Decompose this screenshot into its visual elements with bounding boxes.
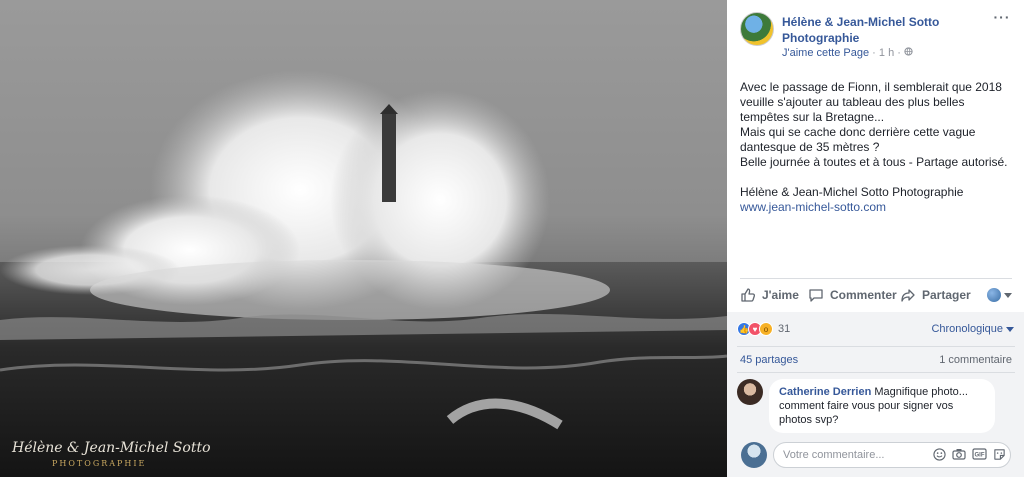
thumbs-up-icon: [741, 288, 756, 302]
website-link[interactable]: www.jean-michel-sotto.com: [740, 200, 1015, 215]
wow-reaction-icon: o: [759, 322, 773, 336]
post-header: Hélène & Jean-Michel Sotto Photographie …: [740, 10, 1012, 59]
post-text-spacer: [740, 170, 1015, 185]
sticker-icon[interactable]: [991, 447, 1007, 461]
chevron-down-icon: [1006, 326, 1014, 332]
globe-icon: [904, 47, 913, 56]
post-signature: Hélène & Jean-Michel Sotto Photographie: [740, 185, 964, 199]
comment-item: Catherine Derrien Magnifique photo... co…: [737, 379, 1017, 435]
composer-tools: GIF: [931, 447, 1007, 461]
post-actions: J'aime Commenter Partager: [740, 284, 1012, 306]
comment-bubble: Catherine Derrien Magnifique photo... co…: [769, 379, 995, 433]
meta-separator: ·: [897, 47, 901, 59]
page-name-link[interactable]: Hélène & Jean-Michel Sotto Photographie: [782, 14, 987, 46]
watermark-main: Hélène & Jean-Michel Sotto: [12, 440, 211, 456]
sort-label: Chronologique: [931, 323, 1003, 335]
comment-sort-dropdown[interactable]: Chronologique: [931, 323, 1014, 335]
comments-count[interactable]: 1 commentaire: [939, 354, 1012, 366]
divider: [737, 372, 1015, 373]
comment-composer: Votre commentaire... GIF: [737, 442, 1015, 468]
post-text-line: tempêtes sur la Bretagne...: [740, 110, 885, 124]
audience-globe-icon: [987, 288, 1001, 302]
post-text-line: Avec le passage de Fionn, il semblerait …: [740, 80, 1002, 94]
share-arrow-icon: [901, 289, 915, 302]
emoji-icon[interactable]: [931, 447, 947, 461]
post-time[interactable]: 1 h: [879, 47, 894, 59]
post-text-line: veuille s'ajouter au tableau des plus be…: [740, 95, 965, 109]
comment-label: Commenter: [830, 288, 897, 302]
camera-icon[interactable]: [951, 447, 967, 461]
post-text-line: dantesque de 35 mètres ?: [740, 140, 880, 154]
svg-text:GIF: GIF: [974, 453, 984, 459]
commenter-avatar[interactable]: [737, 379, 763, 405]
more-options-button[interactable]: ···: [992, 10, 1012, 28]
share-button[interactable]: Partager: [900, 284, 971, 306]
post-text-line: Mais qui se cache donc derrière cette va…: [740, 125, 976, 139]
shares-count-link[interactable]: 45 partages: [740, 354, 798, 366]
current-user-avatar: [741, 442, 767, 468]
comment-button[interactable]: Commenter: [808, 284, 897, 306]
comment-author[interactable]: Catherine Derrien: [779, 386, 871, 398]
like-label: J'aime: [762, 288, 799, 302]
post-photo[interactable]: Hélène & Jean-Michel Sotto PHOTOGRAPHIE: [0, 0, 727, 477]
gif-icon[interactable]: GIF: [971, 447, 987, 461]
comment-icon: [809, 289, 823, 302]
like-page-link[interactable]: J'aime cette Page: [782, 47, 869, 59]
page-avatar[interactable]: [740, 12, 774, 46]
post-text-line: Belle journée à toutes et à tous - Parta…: [740, 155, 1008, 169]
watermark-sub: PHOTOGRAPHIE: [52, 459, 147, 468]
divider: [740, 278, 1012, 279]
chevron-down-icon: [1004, 292, 1012, 298]
post-meta: J'aime cette Page · 1 h ·: [782, 47, 913, 59]
like-button[interactable]: J'aime: [740, 284, 799, 306]
post-text: Avec le passage de Fionn, il semblerait …: [740, 80, 1015, 215]
meta-separator: ·: [872, 47, 876, 59]
reaction-count: 31: [778, 323, 791, 335]
post-side-panel: Hélène & Jean-Michel Sotto Photographie …: [727, 0, 1024, 477]
share-label: Partager: [922, 288, 971, 302]
audience-selector[interactable]: [987, 288, 1012, 302]
photo-watermark: Hélène & Jean-Michel Sotto PHOTOGRAPHIE: [12, 440, 211, 472]
reactions-summary[interactable]: 👍 ♥ o 31: [737, 322, 790, 336]
divider: [737, 346, 1015, 347]
storm-wave-image: [0, 70, 727, 477]
